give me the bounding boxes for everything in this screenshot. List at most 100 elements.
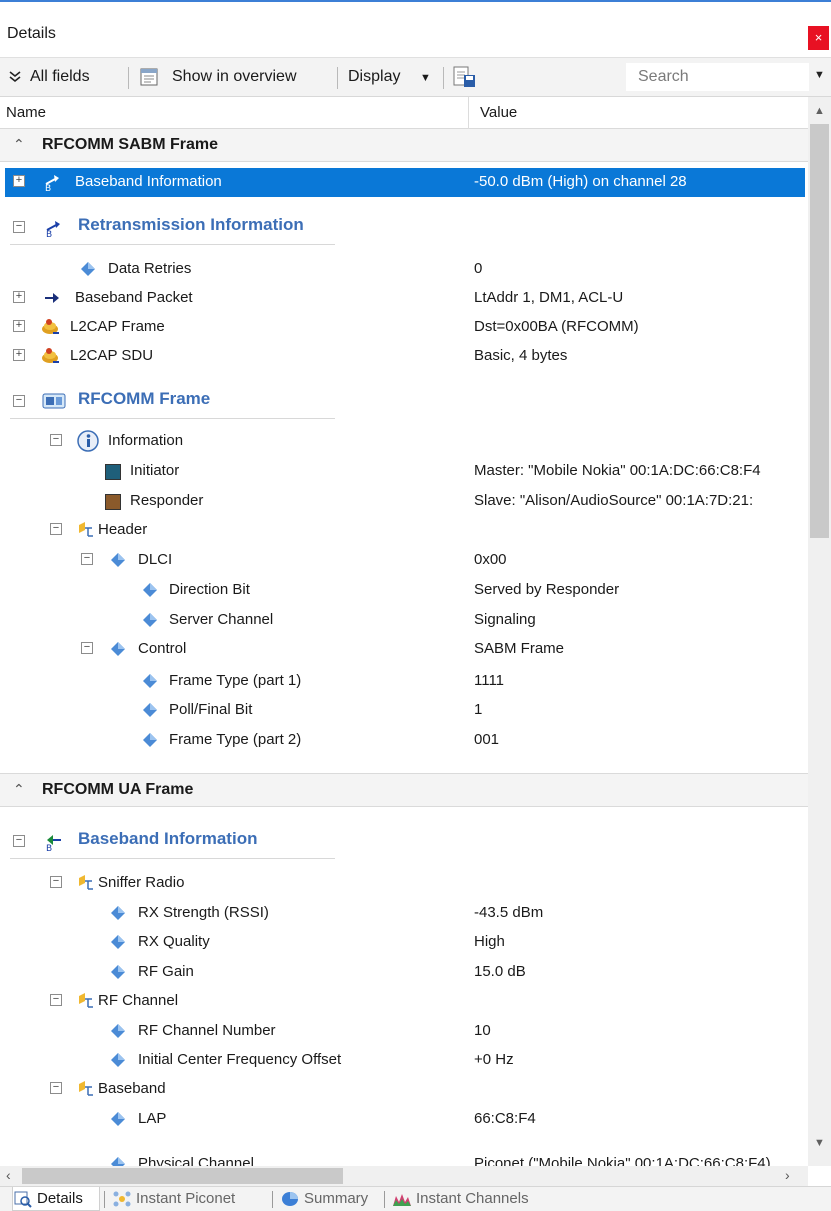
tab-instant-piconet[interactable]: Instant Piconet (112, 1187, 270, 1211)
column-divider[interactable] (468, 97, 469, 129)
row-name: Initiator (130, 462, 180, 479)
collapse-icon[interactable]: − (13, 835, 25, 847)
channels-icon (393, 1194, 411, 1206)
tree-row-rf-channel-number[interactable]: RF Channel Number 10 (0, 1017, 808, 1046)
diamond-icon (143, 583, 157, 597)
collapse-icon[interactable]: − (81, 642, 93, 654)
toolbar: All fields Show in overview Display ▼ Se… (0, 57, 831, 97)
details-tree: ⌃ RFCOMM SABM Frame + B Baseband Informa… (0, 129, 808, 1166)
tree-row-l2cap-sdu[interactable]: + L2CAP SDU Basic, 4 bytes (0, 342, 808, 371)
tree-row-lap[interactable]: LAP 66:C8:F4 (0, 1105, 808, 1134)
row-name: Baseband (98, 1080, 166, 1097)
tree-row-frame-type-2[interactable]: Frame Type (part 2) 001 (0, 726, 808, 755)
chevron-up-icon[interactable]: ⌃ (13, 781, 25, 798)
group-header-ua[interactable]: ⌃ RFCOMM UA Frame (0, 774, 808, 806)
chevron-up-icon[interactable]: ⌃ (13, 136, 25, 153)
tab-summary[interactable]: Summary (280, 1187, 382, 1211)
diamond-icon (111, 1053, 125, 1067)
section-ua-baseband-information[interactable]: − B Baseband Information (0, 821, 808, 859)
collapse-icon[interactable]: − (13, 395, 25, 407)
tree-row-dlci[interactable]: − DLCI 0x00 (0, 546, 808, 575)
collapse-icon[interactable]: − (50, 876, 62, 888)
header-icon (79, 1081, 93, 1096)
arrow-right-icon: B (46, 221, 60, 238)
collapse-icon[interactable]: − (50, 1082, 62, 1094)
collapse-icon[interactable]: − (50, 523, 62, 535)
scroll-right-icon[interactable]: › (785, 1167, 790, 1183)
row-name: RF Channel Number (138, 1022, 276, 1039)
tree-row-initiator[interactable]: Initiator Master: "Mobile Nokia" 00:1A:D… (0, 457, 808, 486)
row-name: Control (138, 640, 187, 657)
group-header-sabm[interactable]: ⌃ RFCOMM SABM Frame (0, 129, 808, 161)
section-retransmission-information[interactable]: − B Retransmission Information (0, 207, 808, 245)
column-name-header[interactable]: Name (6, 104, 46, 121)
tab-divider (104, 1191, 105, 1208)
tree-row-rf-channel[interactable]: − RF Channel (0, 987, 808, 1016)
expand-icon[interactable]: + (13, 349, 25, 361)
vertical-scroll-thumb[interactable] (810, 124, 829, 538)
tree-row-sniffer-radio[interactable]: − Sniffer Radio (0, 869, 808, 898)
row-name: Frame Type (part 1) (169, 672, 302, 689)
search-input[interactable]: Search (625, 62, 810, 92)
row-name: Information (108, 432, 184, 449)
expand-icon[interactable]: + (13, 320, 25, 332)
collapse-icon[interactable]: − (50, 994, 62, 1006)
row-value: 15.0 dB (474, 963, 526, 980)
horizontal-scroll-thumb[interactable] (22, 1168, 343, 1184)
tree-row-baseband-information[interactable]: + B Baseband Information -50.0 dBm (High… (5, 168, 805, 197)
l2cap-icon (42, 348, 59, 363)
tree-row-l2cap-frame[interactable]: + L2CAP Frame Dst=0x00BA (RFCOMM) (0, 313, 808, 342)
row-value: Slave: "Alison/AudioSource" 00:1A:7D:21: (474, 492, 754, 509)
tree-row-control[interactable]: − Control SABM Frame (0, 635, 808, 664)
tree-row-direction-bit[interactable]: Direction Bit Served by Responder (0, 576, 808, 605)
tree-row-information[interactable]: − Information (0, 427, 808, 456)
vertical-scrollbar[interactable]: ▲ ▼ (808, 97, 831, 1166)
row-value: Master: "Mobile Nokia" 00:1A:DC:66:C8:F4 (474, 462, 761, 479)
tree-row-poll-final-bit[interactable]: Poll/Final Bit 1 (0, 696, 808, 725)
row-name: RX Strength (RSSI) (138, 904, 269, 921)
expand-icon[interactable]: + (13, 291, 25, 303)
group-title: RFCOMM UA Frame (42, 781, 194, 798)
row-name: RF Channel (98, 992, 179, 1009)
tab-details[interactable]: Details (12, 1187, 100, 1211)
search-dropdown-icon[interactable]: ▼ (814, 69, 825, 81)
collapse-icon[interactable]: − (13, 221, 25, 233)
tree-row-baseband[interactable]: − Baseband (0, 1075, 808, 1104)
tree-row-rf-gain[interactable]: RF Gain 15.0 dB (0, 958, 808, 987)
tree-row-header[interactable]: − Header (0, 516, 808, 545)
tree-row-baseband-packet[interactable]: + Baseband Packet LtAddr 1, DM1, ACL-U (0, 284, 808, 313)
section-rfcomm-frame[interactable]: − RFCOMM Frame (0, 381, 808, 419)
show-in-overview-button[interactable]: Show in overview (138, 58, 330, 96)
diamond-icon (143, 674, 157, 688)
expand-icon[interactable]: + (13, 175, 25, 187)
tab-label: Instant Piconet (136, 1190, 236, 1207)
tree-row-frame-type-1[interactable]: Frame Type (part 1) 1111 (0, 667, 808, 696)
tree-row-rx-strength[interactable]: RX Strength (RSSI) -43.5 dBm (0, 899, 808, 928)
tree-row-physical-channel[interactable]: Physical Channel Piconet ("Mobile Nokia"… (0, 1150, 808, 1166)
divider (0, 806, 808, 807)
tab-instant-channels[interactable]: Instant Channels (392, 1187, 567, 1211)
scroll-down-icon[interactable]: ▼ (814, 1137, 825, 1149)
arrow-left-icon: B (46, 835, 61, 852)
tree-row-server-channel[interactable]: Server Channel Signaling (0, 606, 808, 635)
diamond-icon (111, 1157, 125, 1166)
row-value: Signaling (474, 611, 536, 628)
tree-row-frequency-offset[interactable]: Initial Center Frequency Offset +0 Hz (0, 1046, 808, 1075)
tree-row-responder[interactable]: Responder Slave: "Alison/AudioSource" 00… (0, 487, 808, 516)
collapse-icon[interactable]: − (50, 434, 62, 446)
title-bar: Details × (0, 2, 831, 57)
tab-divider (384, 1191, 385, 1208)
tree-row-data-retries[interactable]: Data Retries 0 (0, 255, 808, 284)
row-name: Header (98, 521, 148, 538)
scroll-up-icon[interactable]: ▲ (814, 105, 825, 117)
tab-label: Summary (304, 1190, 369, 1207)
horizontal-scrollbar[interactable]: ‹ › (0, 1166, 808, 1186)
display-dropdown[interactable]: Display ▼ (348, 58, 440, 96)
summary-icon (282, 1192, 298, 1206)
tree-row-rx-quality[interactable]: RX Quality High (0, 928, 808, 957)
collapse-icon[interactable]: − (81, 553, 93, 565)
close-button[interactable]: × (808, 26, 829, 50)
scroll-left-icon[interactable]: ‹ (6, 1167, 11, 1183)
column-value-header[interactable]: Value (480, 104, 517, 121)
export-button[interactable] (450, 58, 482, 96)
